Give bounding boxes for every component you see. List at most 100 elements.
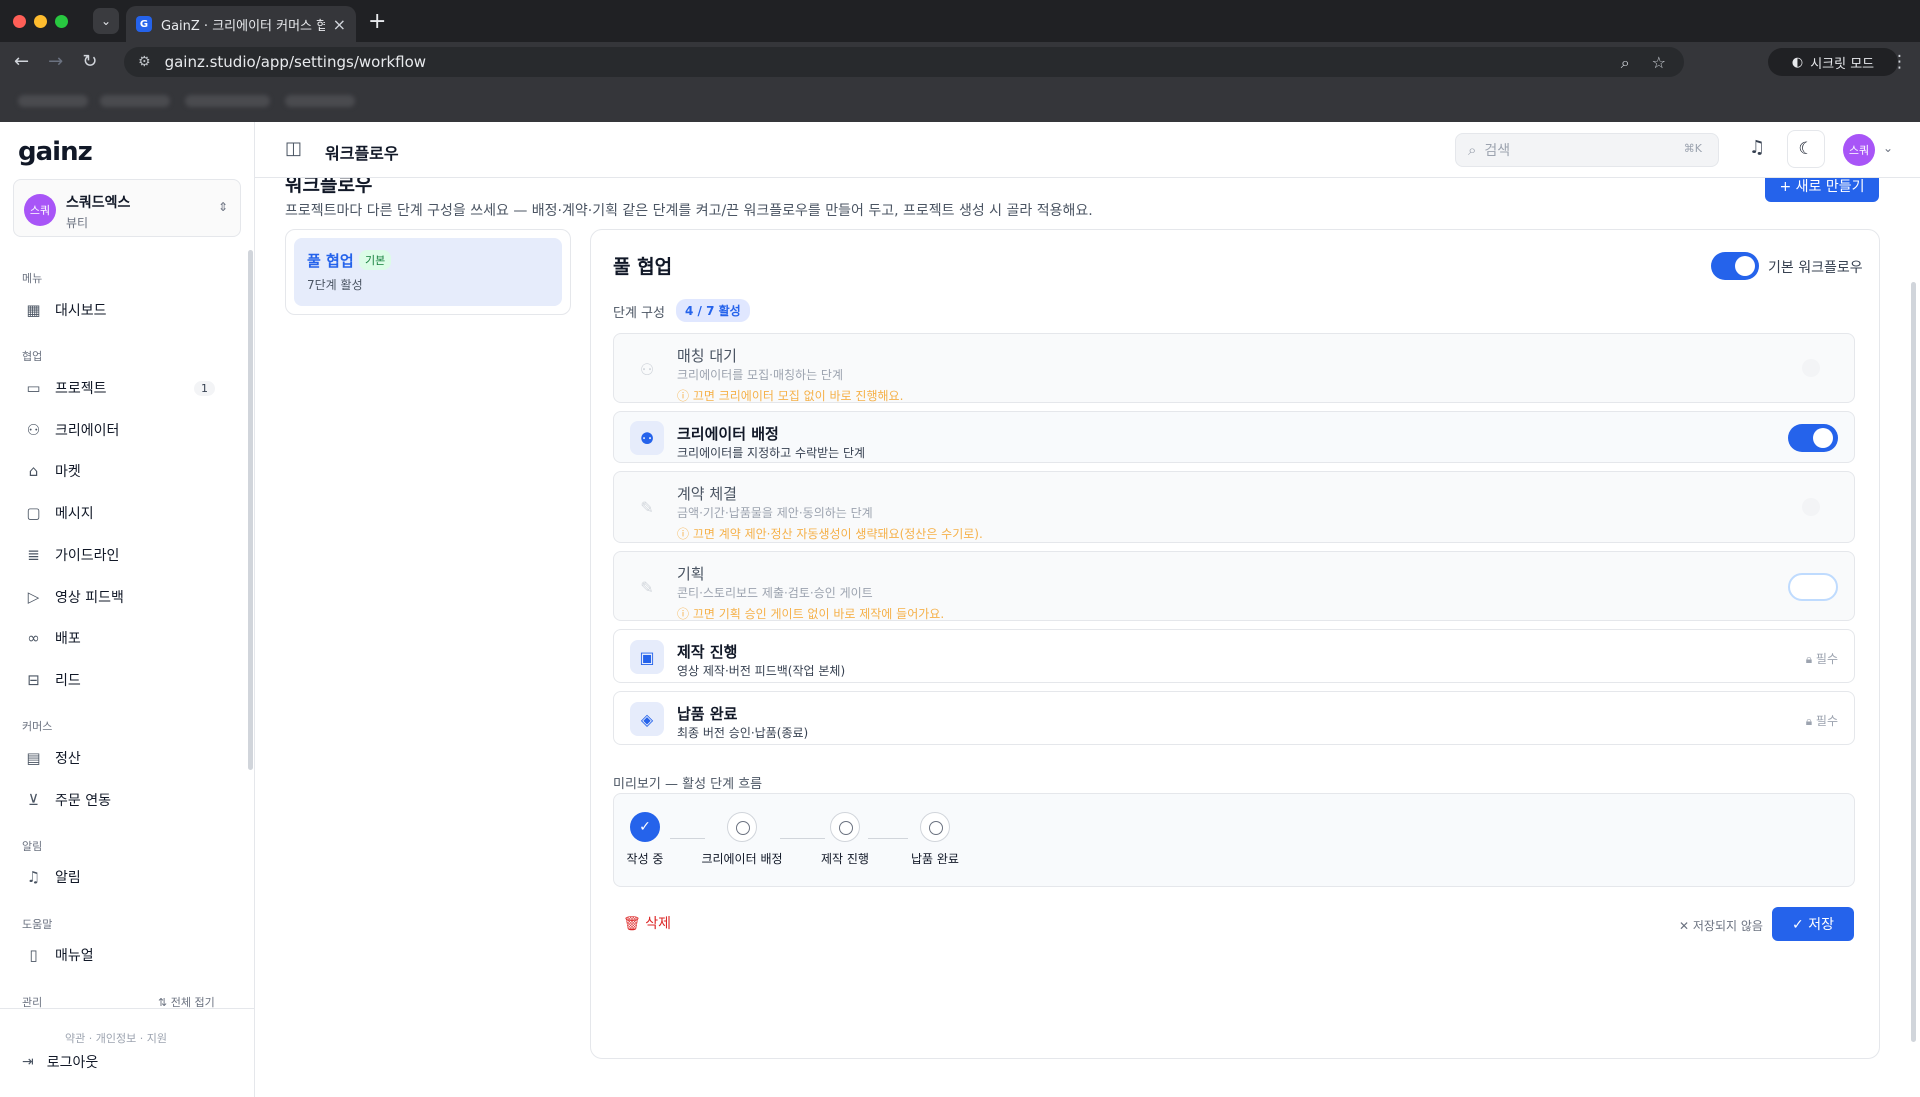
preview-step-label: 크리에이터 배정 — [701, 852, 783, 866]
lock-icon: 🔒︎ — [1805, 714, 1816, 728]
browser-menu-icon[interactable]: ⋮ — [1891, 52, 1908, 72]
sidebar-item-label: 크리에이터 — [55, 423, 120, 439]
store-icon: ⌂ — [28, 462, 39, 480]
step-desc: 콘티·스토리보드 제출·검토·승인 게이트 — [677, 586, 873, 600]
file-edit-icon: ✎ — [640, 577, 654, 597]
sidebar-item-notifications[interactable]: ♫ 알림 — [15, 862, 225, 892]
step-delivery: ◈ 납품 완료 최종 버전 승인·납품(종료) 🔒︎ 필수 — [613, 691, 1855, 745]
user-avatar[interactable]: 스쿼 — [1843, 134, 1875, 166]
window-controls[interactable] — [13, 15, 68, 28]
delete-button[interactable]: 🗑︎ 삭제 — [623, 913, 671, 933]
projects-count-badge: 1 — [194, 380, 215, 396]
workspace-category: 뷰티 — [66, 216, 89, 230]
sidebar-item-label: 프로젝트 — [55, 381, 107, 397]
users-icon: ⚇ — [639, 359, 655, 379]
step-toggle[interactable] — [1802, 359, 1820, 377]
sidebar-toggle-icon[interactable]: ◫ — [285, 138, 302, 159]
reload-icon[interactable]: ↻ — [82, 51, 97, 72]
new-tab-icon[interactable]: + — [368, 9, 386, 34]
step-desc: 크리에이터를 지정하고 수락받는 단계 — [677, 446, 866, 460]
logout-button[interactable]: ⇥ 로그아웃 — [22, 1052, 98, 1072]
step-toggle[interactable] — [1788, 424, 1838, 452]
workspace-switcher[interactable]: 스쿼 스쿼드엑스 뷰티 ⇕ — [13, 179, 241, 237]
sidebar-item-manual[interactable]: ▯ 매뉴얼 — [15, 940, 225, 970]
tab-search-button[interactable]: ⌄ — [93, 8, 119, 34]
back-icon[interactable]: ← — [14, 51, 29, 72]
sidebar-divider — [0, 1008, 255, 1009]
sidebar-scrollbar[interactable] — [248, 250, 253, 770]
url-field[interactable]: ⚙ gainz.studio/app/settings/workflow ⌕ ☆ — [124, 47, 1684, 77]
moon-icon: ☾ — [1798, 139, 1814, 159]
sidebar-item-label: 마켓 — [55, 464, 81, 480]
sidebar-item-creators[interactable]: ⚇ 크리에이터 — [15, 415, 225, 445]
favicon-icon: G — [136, 16, 152, 32]
forward-icon[interactable]: → — [48, 51, 63, 72]
workflow-card-selected[interactable]: 풀 협업 기본 7단계 활성 — [294, 238, 562, 306]
box-icon: ◈ — [630, 702, 664, 736]
browser-tab[interactable]: G GainZ · 크리에이터 커머스 협업 C × — [126, 6, 356, 42]
bookmark-star-icon[interactable]: ☆ — [1652, 53, 1666, 73]
close-window-button[interactable] — [13, 15, 26, 28]
video-icon: ▷ — [27, 588, 40, 606]
logout-icon: ⇥ — [22, 1054, 34, 1070]
preview-step-label: 작성 중 — [626, 852, 664, 866]
inbox-icon: ⊟ — [27, 671, 40, 689]
zoom-icon[interactable]: ⌕ — [1621, 53, 1630, 73]
maximize-window-button[interactable] — [55, 15, 68, 28]
step-planning: ✎ 기획 콘티·스토리보드 제출·검토·승인 게이트 ⓘ 끄면 기획 승인 게이… — [613, 551, 1855, 621]
search-input[interactable]: ⌕ 검색 ⌘K — [1455, 133, 1719, 167]
sidebar-item-guideline[interactable]: ≣ 가이드라인 — [15, 540, 225, 570]
dark-mode-toggle[interactable]: ☾ — [1787, 130, 1825, 168]
sidebar-item-projects[interactable]: ▭ 프로젝트 1 — [15, 373, 225, 403]
footer-links[interactable]: 약관 · 개인정보 · 지원 — [65, 1030, 167, 1046]
incognito-indicator[interactable]: ◐ 시크릿 모드 — [1768, 48, 1898, 76]
site-settings-icon[interactable]: ⚙ — [138, 54, 151, 70]
new-workflow-button[interactable]: + 새로 만들기 — [1765, 178, 1879, 202]
unsaved-indicator: ✕ 저장되지 않음 — [1679, 919, 1763, 933]
minimize-window-button[interactable] — [34, 15, 47, 28]
gainz-logo[interactable]: gainz — [18, 137, 93, 167]
lock-icon: 🔒︎ — [1805, 652, 1816, 666]
folder-icon: ▭ — [26, 379, 41, 397]
chevron-updown-icon: ⇕ — [217, 200, 228, 214]
search-shortcut: ⌘K — [1683, 142, 1702, 155]
sidebar-item-leads[interactable]: ⊟ 리드 — [15, 665, 225, 695]
sidebar-item-dashboard[interactable]: ▦ 대시보드 — [15, 295, 225, 325]
sidebar-item-settlement[interactable]: ▤ 정산 — [15, 743, 225, 773]
workflow-editor: 풀 협업 기본 워크플로우 단계 구성 4 / 7 활성 ⚇ 매칭 대기 크리에… — [590, 229, 1880, 1059]
sidebar-item-label: 알림 — [55, 870, 81, 886]
step-toggle[interactable] — [1802, 498, 1820, 516]
incognito-icon: ◐ — [1791, 54, 1804, 70]
step-contract: ✎ 계약 체결 금액·기간·납품물을 제안·동의하는 단계 ⓘ 끄면 계약 제안… — [613, 471, 1855, 543]
sidebar-item-market[interactable]: ⌂ 마켓 — [15, 456, 225, 486]
flow-connector — [780, 838, 825, 839]
sidebar-item-distribution[interactable]: ∞ 배포 — [15, 623, 225, 653]
step-warning: ⓘ 끄면 기획 승인 게이트 없이 바로 제작에 들어가요. — [677, 607, 945, 621]
check-icon: ✓ — [630, 812, 660, 842]
step-name: 기획 — [677, 565, 705, 583]
close-tab-icon[interactable]: × — [333, 15, 346, 34]
save-button[interactable]: ✓ 저장 — [1772, 907, 1854, 941]
app-window: gainz 스쿼 스쿼드엑스 뷰티 ⇕ 메뉴 ▦ 대시보드 협업 ▭ 프로젝트 1 ⚇… — [0, 122, 1920, 1097]
workflow-list: 풀 협업 기본 7단계 활성 — [285, 229, 571, 315]
step-matching: ⚇ 매칭 대기 크리에이터를 모집·매칭하는 단계 ⓘ 끄면 크리에이터 모집 … — [613, 333, 1855, 403]
step-desc: 영상 제작·버전 피드백(작업 본체) — [677, 664, 846, 678]
sidebar-item-video-feedback[interactable]: ▷ 영상 피드백 — [15, 582, 225, 612]
address-bar-row: ← → ↻ ⚙ gainz.studio/app/settings/workfl… — [0, 42, 1920, 82]
step-toggle[interactable] — [1788, 573, 1838, 601]
preview-step-label: 납품 완료 — [911, 852, 959, 866]
step-desc: 금액·기간·납품물을 제안·동의하는 단계 — [677, 506, 873, 520]
default-workflow-toggle[interactable] — [1711, 252, 1759, 280]
sidebar-item-messages[interactable]: ▢ 메시지 — [15, 498, 225, 528]
main-scrollbar[interactable] — [1911, 282, 1916, 1042]
sidebar-item-order-link[interactable]: ⊻ 주문 연동 — [15, 785, 225, 815]
step-name: 크리에이터 배정 — [677, 425, 779, 443]
step-warning: ⓘ 끄면 크리에이터 모집 없이 바로 진행해요. — [677, 389, 904, 403]
main-area: ◫ 워크플로우 ⌕ 검색 ⌘K ♫ ☾ 스쿼 ⌄ 워크플로우 프로젝트마다 다른… — [255, 122, 1920, 1097]
page-heading: 워크플로우 — [285, 178, 373, 196]
section-menu: 메뉴 — [22, 272, 43, 285]
chevron-down-icon[interactable]: ⌄ — [1883, 141, 1893, 155]
notification-bell-icon[interactable]: ♫ — [1749, 137, 1765, 158]
wallet-icon: ▤ — [26, 749, 41, 767]
url-text: gainz.studio/app/settings/workflow — [164, 53, 427, 71]
